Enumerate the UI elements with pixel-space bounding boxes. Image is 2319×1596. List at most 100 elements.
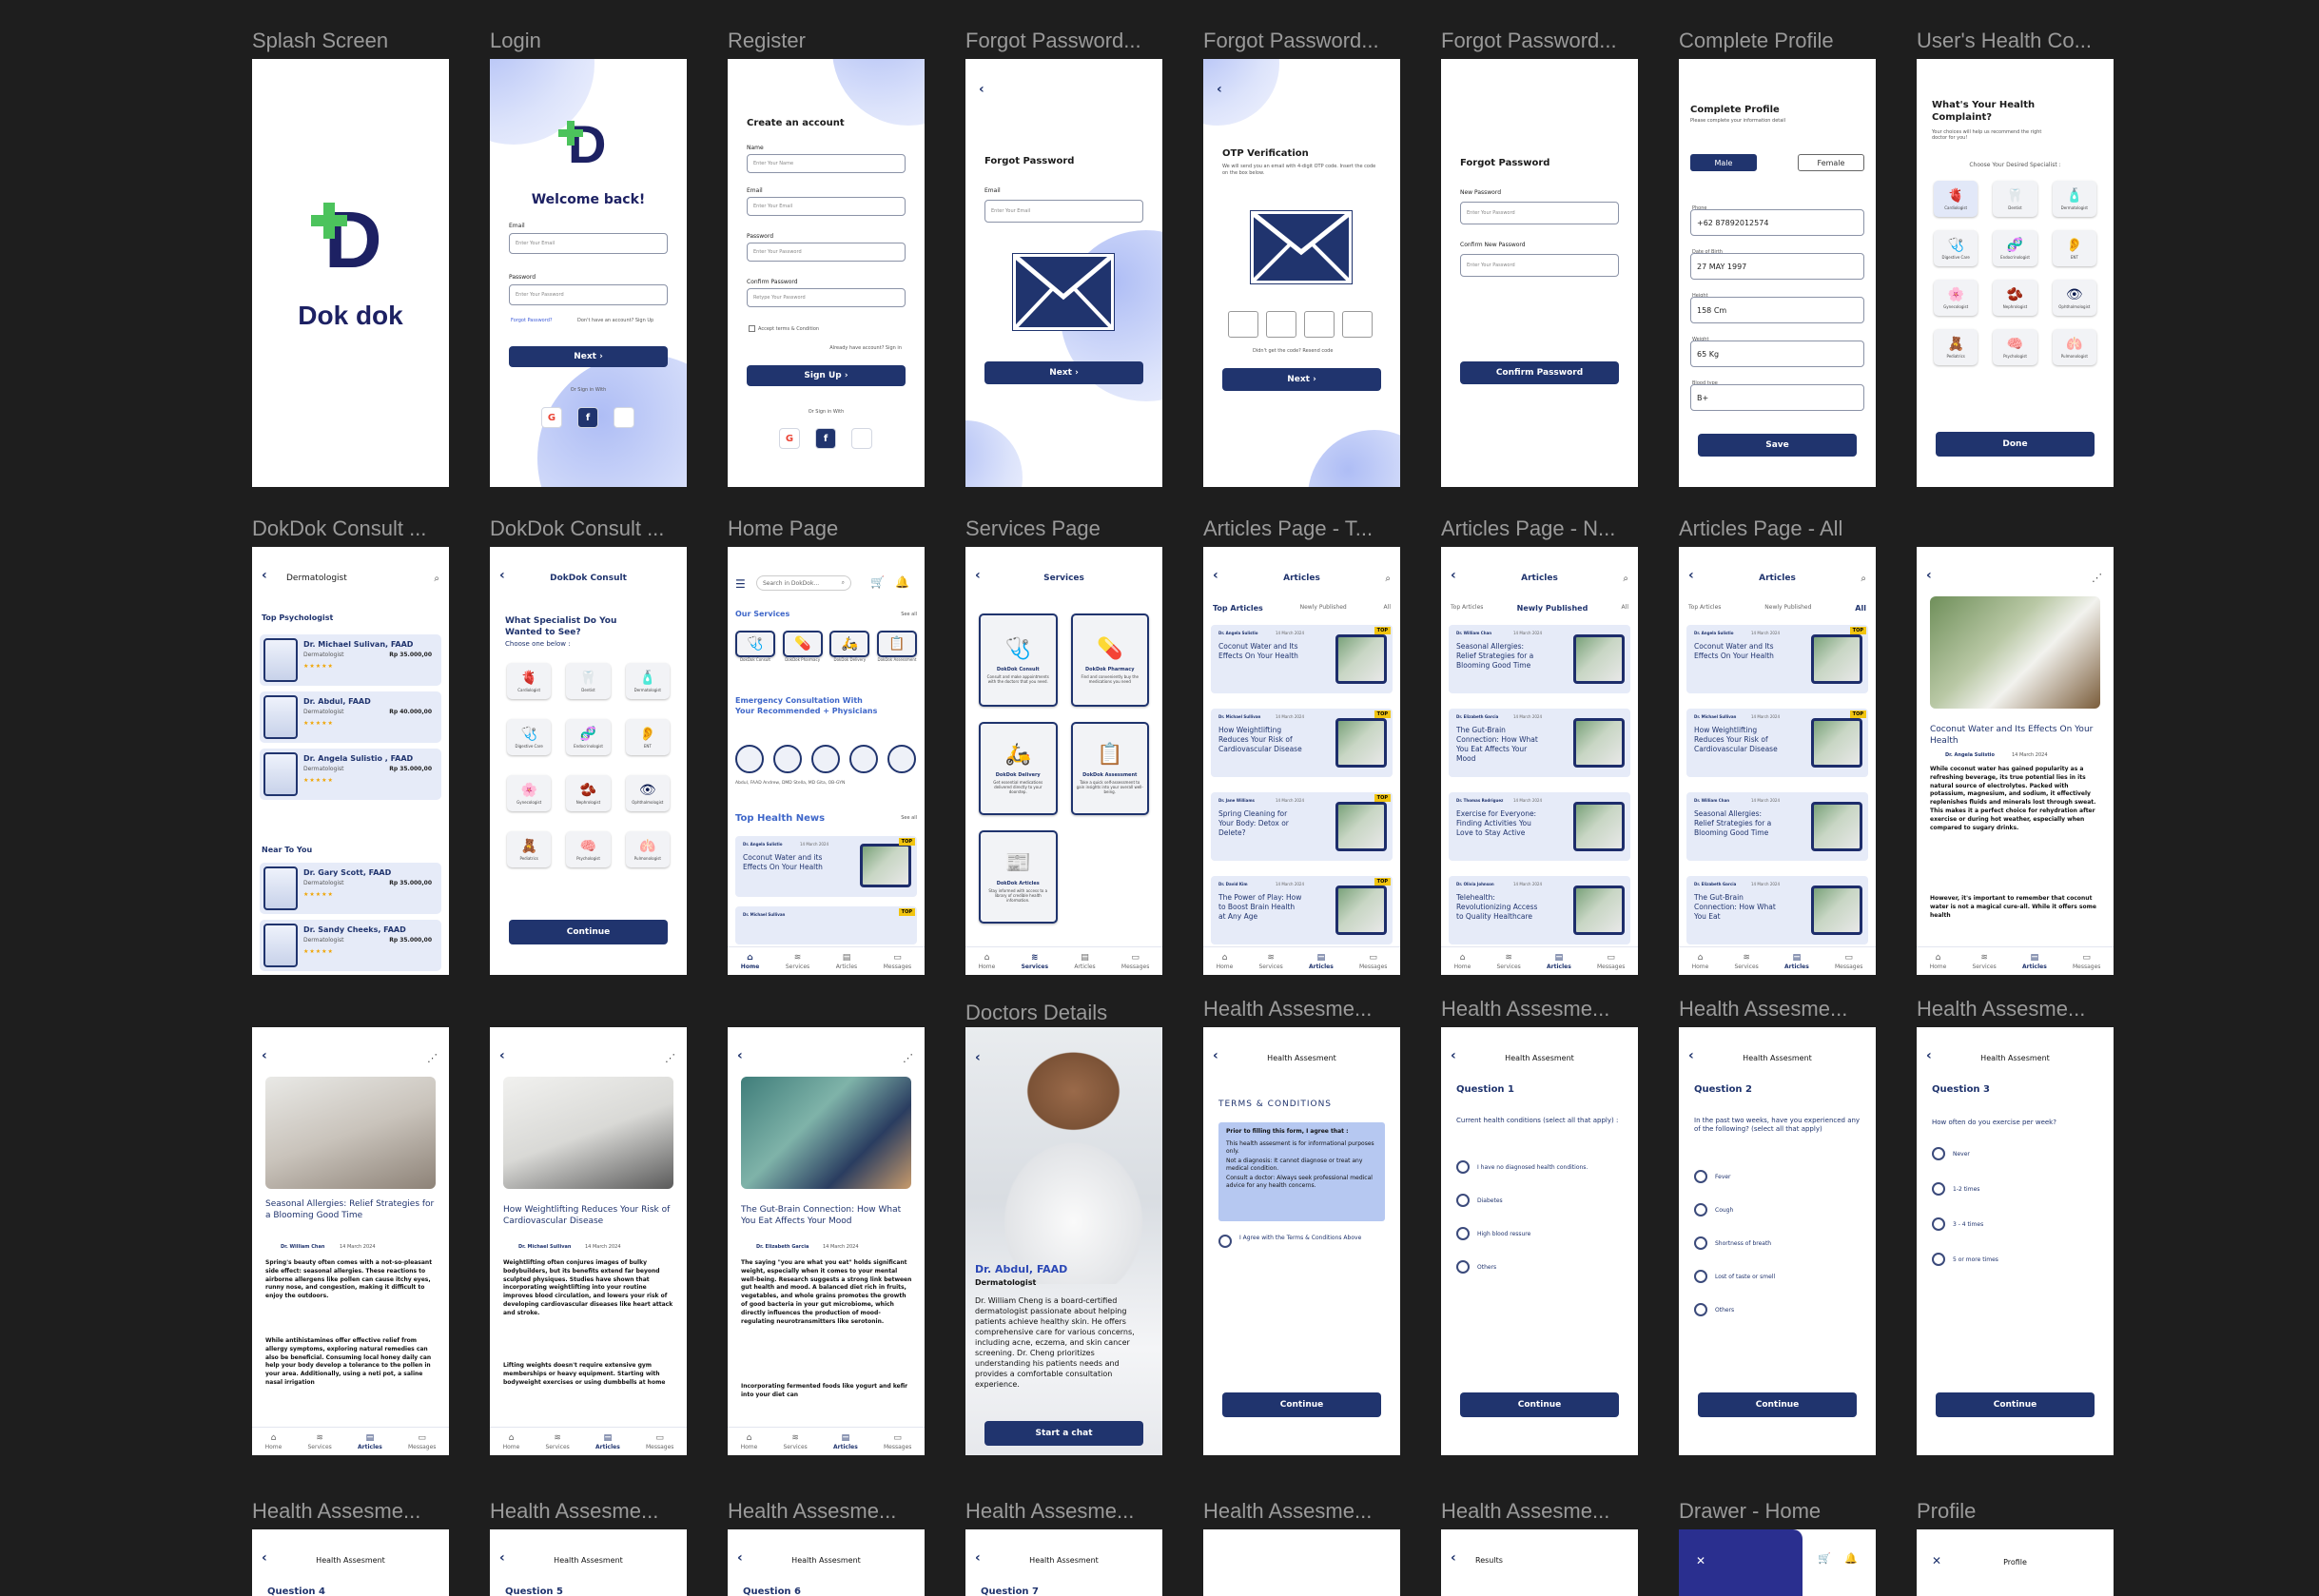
specialist-tile[interactable]: 🌸 Gynecologist: [1934, 280, 1978, 316]
nav-articles[interactable]: ▤ Articles: [836, 953, 857, 970]
avatar[interactable]: [811, 745, 840, 773]
see-all-link[interactable]: See all: [901, 815, 917, 821]
answer-option[interactable]: Diabetes: [1456, 1194, 1625, 1207]
article-card[interactable]: Dr. Elizabeth Garcia 14 March 2024 The G…: [1686, 876, 1868, 944]
otp-digit[interactable]: [1342, 311, 1373, 338]
specialist-tile[interactable]: 🫁 Pulmonologist: [625, 831, 670, 867]
answer-option[interactable]: 5 or more times: [1932, 1253, 2100, 1266]
service-card-pharmacy[interactable]: 💊 DokDok Pharmacy Find and conveniently bu…: [1070, 613, 1149, 707]
nav-messages[interactable]: ▭ Messages: [1121, 953, 1149, 970]
email-field[interactable]: Enter Your Email: [747, 197, 906, 216]
signup-link[interactable]: Don't have an account? Sign Up: [577, 318, 653, 323]
tab-top[interactable]: Top Articles: [1213, 604, 1263, 613]
service-consult[interactable]: 🩺 DokDok Consult: [735, 631, 775, 662]
specialist-tile[interactable]: 🧸 Pediatrics: [507, 831, 552, 867]
news-card[interactable]: Dr. Michael Sullivan TOP: [735, 906, 917, 944]
nav-articles[interactable]: ▤ Articles: [595, 1433, 620, 1450]
article-card[interactable]: Dr. David Kim 14 March 2024 The Power of…: [1211, 876, 1393, 944]
google-icon[interactable]: G: [541, 407, 562, 428]
cart-icon[interactable]: 🛒: [1818, 1552, 1831, 1565]
next-button[interactable]: Next ›: [509, 346, 668, 367]
specialist-tile[interactable]: 🧠 Psychologist: [1993, 329, 2037, 365]
nav-home[interactable]: ⌂ Home: [265, 1433, 283, 1450]
specialist-tile[interactable]: 🫀 Cardiologist: [1934, 181, 1978, 217]
checkbox[interactable]: [749, 325, 755, 332]
nav-home[interactable]: ⌂ Home: [741, 953, 759, 970]
share-icon[interactable]: ⋰: [2092, 572, 2102, 584]
height-field[interactable]: 158 Cm: [1690, 297, 1864, 323]
facebook-icon[interactable]: f: [577, 407, 598, 428]
tab-new[interactable]: Newly Published: [1764, 604, 1811, 613]
avatar[interactable]: [849, 745, 878, 773]
tab-all[interactable]: All: [1855, 604, 1866, 613]
apple-icon[interactable]: [614, 407, 634, 428]
answer-option[interactable]: Others: [1694, 1303, 1862, 1316]
tab-new[interactable]: Newly Published: [1517, 604, 1588, 613]
article-card[interactable]: Dr. Jane Williams 14 March 2024 Spring C…: [1211, 792, 1393, 861]
tab-all[interactable]: All: [1622, 604, 1628, 613]
article-card[interactable]: Dr. Michael Sullivan 14 March 2024 How W…: [1211, 709, 1393, 777]
service-card-articles[interactable]: 📰 DokDok Articles Stay informed with acces…: [979, 830, 1058, 924]
back-icon[interactable]: ‹: [737, 1048, 743, 1063]
nav-services[interactable]: ≋ Services: [1259, 953, 1283, 970]
search-bar[interactable]: Search in DokDok... ⌕: [756, 575, 851, 591]
answer-option[interactable]: Shortness of breath: [1694, 1236, 1862, 1250]
answer-option[interactable]: 3 - 4 times: [1932, 1217, 2100, 1231]
article-card[interactable]: Dr. Elizabeth Garcia 14 March 2024 The G…: [1449, 709, 1630, 777]
password-field[interactable]: Enter Your Password: [509, 284, 668, 305]
article-card[interactable]: Dr. Thomas Rodriguez 14 March 2024 Exerc…: [1449, 792, 1630, 861]
otp-digit[interactable]: [1228, 311, 1258, 338]
back-icon[interactable]: ‹: [975, 1050, 981, 1065]
specialist-tile[interactable]: 🧸 Pediatrics: [1934, 329, 1978, 365]
share-icon[interactable]: ⋰: [665, 1052, 675, 1064]
phone-field[interactable]: +62 87892012574: [1690, 209, 1864, 236]
gender-male-toggle[interactable]: Male: [1690, 154, 1757, 171]
specialist-tile[interactable]: 🫀 Cardiologist: [507, 663, 552, 699]
article-card[interactable]: Dr. Michael Sullivan 14 March 2024 How W…: [1686, 709, 1868, 777]
service-delivery[interactable]: 🛵 DokDok Delivery: [829, 631, 870, 662]
doctor-card[interactable]: Dr. Angela Sulistio , FAAD Dermatologist…: [260, 749, 441, 800]
see-all-link[interactable]: See all: [901, 612, 917, 617]
cart-icon[interactable]: 🛒: [870, 575, 885, 589]
otp-digit[interactable]: [1266, 311, 1296, 338]
nav-home[interactable]: ⌂ Home: [1454, 953, 1471, 970]
nav-messages[interactable]: ▭ Messages: [1359, 953, 1387, 970]
nav-home[interactable]: ⌂ Home: [1217, 953, 1234, 970]
otp-digit[interactable]: [1304, 311, 1335, 338]
specialist-tile[interactable]: 🧬 Endocrinologist: [1993, 230, 2037, 266]
nav-messages[interactable]: ▭ Messages: [1597, 953, 1625, 970]
nav-services[interactable]: ≋ Services: [308, 1433, 332, 1450]
news-card[interactable]: Dr. Angela Sulistio 14 March 2024 Coconu…: [735, 836, 917, 897]
blood-field[interactable]: B+: [1690, 384, 1864, 411]
specialist-tile[interactable]: 🌸 Gynecologist: [507, 775, 552, 811]
back-icon[interactable]: ‹: [499, 1048, 505, 1063]
nav-messages[interactable]: ▭ Messages: [2073, 953, 2100, 970]
search-icon[interactable]: ⌕: [1623, 574, 1628, 584]
back-icon[interactable]: ‹: [262, 1048, 267, 1063]
google-icon[interactable]: G: [779, 428, 800, 449]
nav-services[interactable]: ≋ Services: [786, 953, 809, 970]
back-icon[interactable]: ‹: [262, 568, 267, 583]
nav-home[interactable]: ⌂ Home: [1930, 953, 1947, 970]
specialist-tile[interactable]: 🧠 Psychologist: [566, 831, 611, 867]
signin-link[interactable]: Already have account? Sign in: [829, 345, 902, 351]
save-button[interactable]: Save: [1698, 434, 1857, 457]
specialist-tile[interactable]: 👁 Ophthalmologist: [625, 775, 670, 811]
article-card[interactable]: Dr. William Chan 14 March 2024 Seasonal …: [1686, 792, 1868, 861]
answer-option[interactable]: I have no diagnosed health conditions.: [1456, 1160, 1625, 1174]
answer-option[interactable]: Others: [1456, 1260, 1625, 1274]
continue-button[interactable]: Continue: [1936, 1392, 2095, 1417]
search-icon[interactable]: ⌕: [1385, 574, 1391, 584]
specialist-tile[interactable]: 🫁 Pulmonologist: [2052, 329, 2096, 365]
answer-option[interactable]: Lost of taste or smell: [1694, 1270, 1862, 1283]
nav-messages[interactable]: ▭ Messages: [884, 953, 911, 970]
search-icon[interactable]: ⌕: [434, 574, 439, 584]
avatar[interactable]: [887, 745, 916, 773]
nav-home[interactable]: ⌂ Home: [979, 953, 996, 970]
weight-field[interactable]: 65 Kg: [1690, 341, 1864, 367]
doctor-card[interactable]: Dr. Abdul, FAAD Dermatologist Rp 40.000,…: [260, 691, 441, 743]
specialist-tile[interactable]: 👁 Ophthalmologist: [2052, 280, 2096, 316]
password-field[interactable]: Enter Your Password: [747, 243, 906, 262]
continue-button[interactable]: Continue: [509, 920, 668, 944]
service-assessment[interactable]: 📋 DokDok Assessment: [876, 631, 917, 662]
